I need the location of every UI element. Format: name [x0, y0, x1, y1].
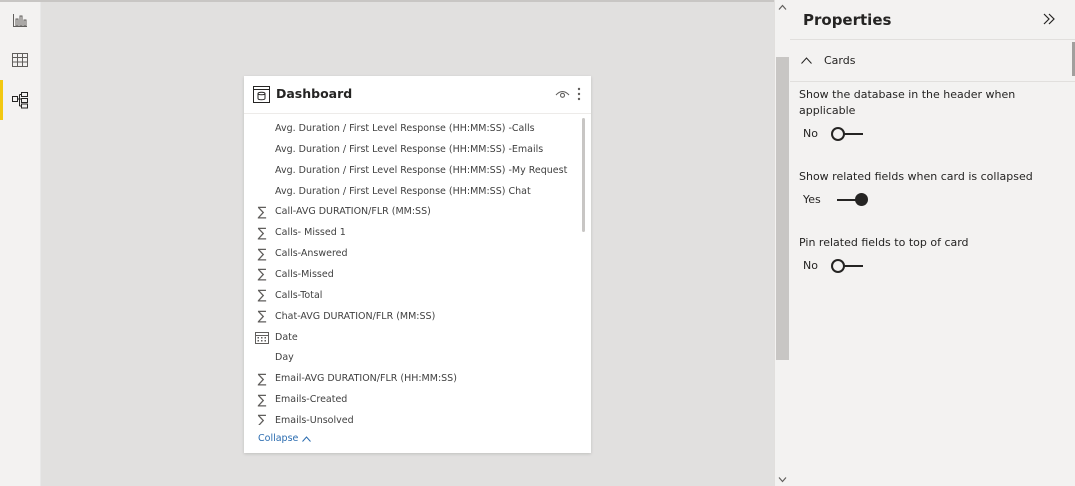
field-row[interactable]: Avg. Duration / First Level Response (HH… — [244, 161, 584, 181]
field-icon-placeholder — [255, 351, 269, 365]
field-label: Chat-AVG DURATION/FLR (MM:SS) — [275, 310, 436, 322]
card-title: Dashboard — [276, 86, 353, 101]
field-icon-placeholder — [255, 143, 269, 157]
field-label: Emails-Unsolved — [275, 414, 354, 425]
sigma-icon: ∑ — [257, 267, 267, 283]
sigma-icon: ∑ — [257, 371, 267, 387]
field-label: Avg. Duration / First Level Response (HH… — [275, 123, 535, 134]
field-row[interactable]: ∑ Chat-AVG DURATION/FLR (MM:SS) — [244, 307, 584, 327]
field-icon-placeholder — [255, 122, 269, 136]
sigma-icon: ∑ — [257, 204, 267, 220]
field-row[interactable]: ∑ Call-AVG DURATION/FLR (MM:SS) — [244, 202, 584, 222]
prop-pin-related-fields: Pin related fields to top of card No — [799, 235, 1049, 277]
field-label: Calls-Answered — [275, 248, 348, 260]
data-view-button[interactable] — [0, 40, 40, 80]
model-icon — [12, 92, 28, 109]
collapse-label: Collapse — [258, 433, 299, 444]
prop-label: Pin related fields to top of card — [799, 236, 969, 249]
field-list: Avg. Duration / First Level Response (HH… — [244, 115, 591, 425]
sigma-icon: ∑ — [257, 288, 267, 304]
report-view-button[interactable] — [0, 0, 40, 40]
chevron-up-icon — [302, 435, 312, 442]
field-label: Avg. Duration / First Level Response (HH… — [275, 143, 544, 155]
properties-pane: Properties Cards Show the database in th… — [790, 0, 1075, 486]
toggle-state-text: No — [803, 127, 818, 140]
prop-show-database: Show the database in the header when app… — [799, 87, 1049, 145]
field-label: Avg. Duration / First Level Response (HH… — [275, 185, 531, 197]
card-header[interactable]: Dashboard — [244, 76, 591, 114]
model-view-button[interactable] — [0, 80, 40, 120]
field-row[interactable]: ∑ Calls- Missed 1 — [244, 223, 584, 243]
properties-title: Properties — [803, 11, 892, 29]
field-label: Date — [275, 331, 298, 343]
field-label: Call-AVG DURATION/FLR (MM:SS) — [275, 206, 431, 218]
field-row[interactable]: Day — [244, 348, 584, 368]
field-label: Calls-Missed — [275, 268, 334, 280]
field-row[interactable]: Date — [244, 328, 584, 348]
field-icon-placeholder — [255, 164, 269, 178]
field-label: Emails-Created — [275, 394, 348, 406]
toggle-state-text: Yes — [803, 193, 821, 206]
canvas-top-border — [0, 0, 774, 2]
canvas-scrollbar[interactable] — [774, 0, 790, 486]
field-label: Email-AVG DURATION/FLR (HH:MM:SS) — [275, 373, 457, 385]
more-options-icon[interactable] — [576, 86, 582, 102]
field-row[interactable]: ∑ Calls-Answered — [244, 244, 584, 264]
field-icon-placeholder — [255, 185, 269, 199]
scrollbar-thumb[interactable] — [776, 57, 789, 360]
scroll-down-icon[interactable] — [778, 475, 787, 484]
prop-label: Show related fields when card is collaps… — [799, 170, 1033, 183]
scroll-up-icon[interactable] — [778, 3, 787, 12]
field-label: Calls-Total — [275, 289, 323, 301]
section-label: Cards — [824, 54, 856, 67]
toggle-switch[interactable] — [831, 259, 865, 273]
field-row[interactable]: Avg. Duration / First Level Response (HH… — [244, 140, 584, 160]
field-row[interactable]: ∑ Emails-Created — [244, 390, 584, 410]
field-row[interactable]: ∑ Email-AVG DURATION/FLR (HH:MM:SS) — [244, 369, 584, 389]
field-label: Avg. Duration / First Level Response (HH… — [275, 164, 568, 176]
prop-label: Show the database in the header when app… — [799, 88, 1016, 117]
sigma-icon: ∑ — [257, 225, 267, 241]
bar-chart-icon — [13, 14, 27, 27]
field-row[interactable]: Avg. Duration / First Level Response (HH… — [244, 119, 584, 139]
collapse-pane-icon[interactable] — [1042, 12, 1056, 26]
toggle-switch[interactable] — [835, 192, 869, 207]
toggle-switch[interactable] — [831, 127, 865, 141]
field-row[interactable]: ∑ Emails-Unsolved — [244, 411, 584, 425]
table-card[interactable]: Dashboard Avg. Duration / First Level Re… — [244, 76, 591, 453]
toggle-state-text: No — [803, 259, 818, 272]
sigma-icon: ∑ — [257, 246, 267, 262]
field-row[interactable]: ∑ Calls-Total — [244, 286, 584, 306]
chevron-up-icon — [801, 57, 812, 64]
field-row[interactable]: ∑ Calls-Missed — [244, 265, 584, 285]
calendar-icon — [255, 331, 269, 345]
field-row[interactable]: Avg. Duration / First Level Response (HH… — [244, 182, 584, 202]
sigma-icon: ∑ — [257, 392, 267, 408]
prop-show-related-fields: Show related fields when card is collaps… — [799, 169, 1049, 211]
field-label: Calls- Missed 1 — [275, 227, 346, 239]
field-label: Day — [275, 352, 294, 364]
table-icon — [12, 53, 28, 67]
sigma-icon: ∑ — [257, 309, 267, 325]
cards-section-header[interactable]: Cards — [790, 40, 1075, 82]
card-scrollbar[interactable] — [582, 118, 585, 232]
table-card-icon — [253, 86, 270, 103]
sigma-icon: ∑ — [257, 413, 267, 425]
eye-icon[interactable] — [555, 88, 570, 100]
view-rail — [0, 0, 41, 486]
collapse-link[interactable]: Collapse — [258, 433, 312, 444]
